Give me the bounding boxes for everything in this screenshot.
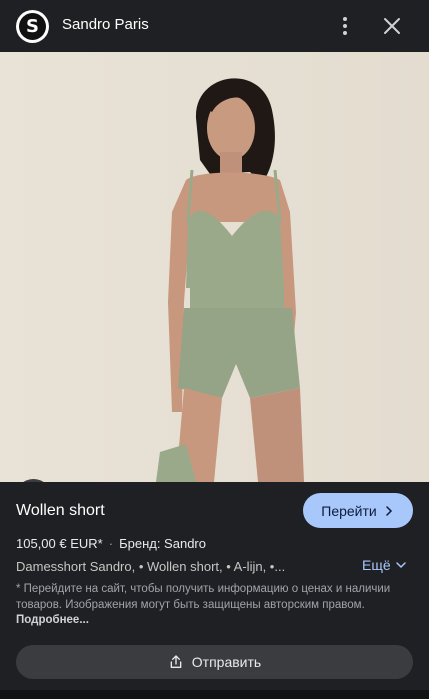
- bottom-bar: [0, 690, 429, 699]
- brand: Бренд: Sandro: [119, 536, 206, 551]
- share-button[interactable]: Отправить: [16, 645, 413, 679]
- visit-button-label: Перейти: [321, 502, 377, 519]
- top-bar: S Sandro Paris: [0, 0, 429, 52]
- price-brand-line: 105,00 € EUR* · Бренд: Sandro: [16, 536, 206, 551]
- more-button-label: Ещё: [362, 557, 391, 573]
- chevron-down-icon: [395, 562, 406, 569]
- price: 105,00 € EUR*: [16, 536, 103, 551]
- share-icon: [170, 655, 182, 668]
- share-button-label: Отправить: [191, 654, 262, 670]
- product-tags: Damesshort Sandro, • Wollen short, • A-l…: [16, 559, 286, 574]
- disclaimer-text: * Перейдите на сайт, чтобы получить инфо…: [16, 583, 391, 611]
- more-vert-icon[interactable]: [334, 14, 356, 38]
- more-button[interactable]: Ещё: [362, 557, 407, 573]
- close-icon[interactable]: [380, 14, 404, 38]
- site-logo[interactable]: S: [16, 10, 49, 43]
- learn-more-link[interactable]: Подробнее...: [16, 614, 89, 626]
- model-illustration: [0, 52, 429, 482]
- product-title: Wollen short: [16, 502, 105, 519]
- product-image[interactable]: [0, 52, 429, 482]
- visit-button[interactable]: Перейти: [303, 493, 413, 528]
- site-logo-letter: S: [19, 13, 46, 40]
- disclaimer: * Перейдите на сайт, чтобы получить инфо…: [16, 582, 416, 629]
- site-name[interactable]: Sandro Paris: [62, 16, 149, 33]
- chevron-right-icon: [385, 505, 392, 516]
